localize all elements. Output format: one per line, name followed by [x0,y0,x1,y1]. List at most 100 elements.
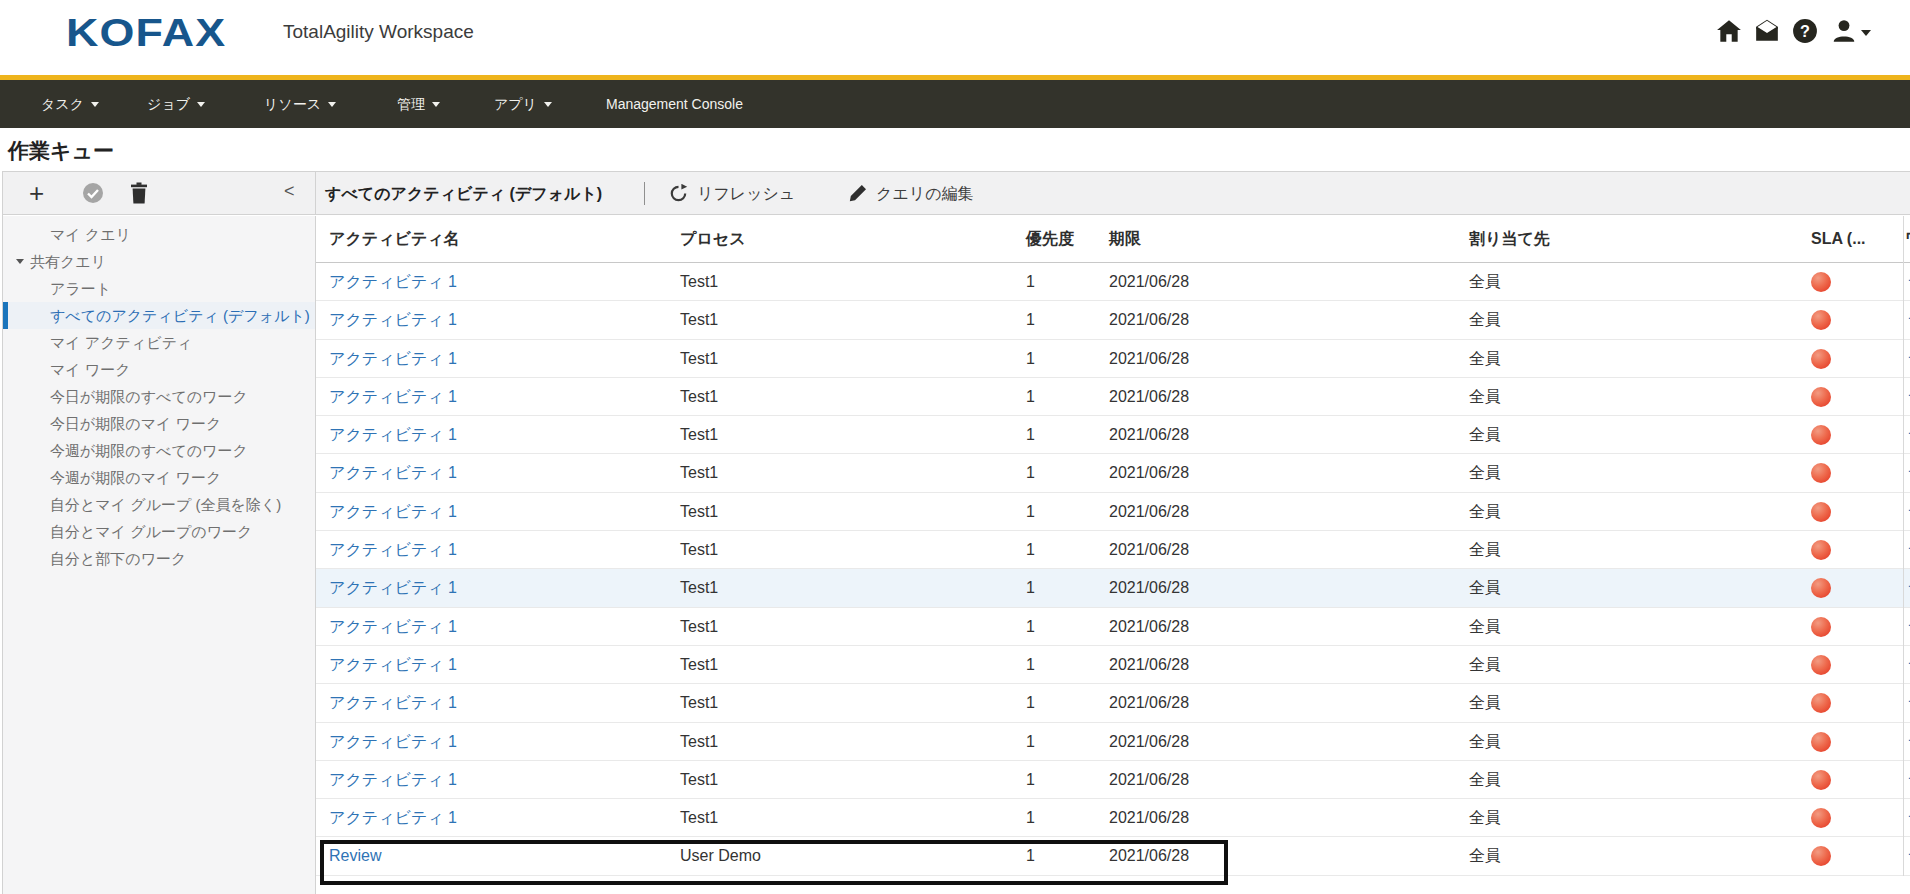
column-header[interactable]: 期限 [1109,216,1141,262]
tree-item[interactable]: アラート [3,275,315,302]
add-query-button[interactable]: + [29,179,44,207]
home-icon[interactable] [1716,18,1742,44]
table-row[interactable]: アクティビティ 1Test112021/06/28全員ラ [316,301,1910,339]
tree-item[interactable]: マイ ワーク [3,356,315,383]
table-row[interactable]: アクティビティ 1Test112021/06/28全員ラ [316,378,1910,416]
column-header[interactable]: プロセス [680,216,746,262]
collapse-panel-button[interactable]: < [284,181,295,202]
assignee-cell: 全員 [1469,684,1501,721]
activity-link[interactable]: アクティビティ 1 [329,761,457,798]
activity-link[interactable]: アクティビティ 1 [329,416,457,453]
due-date-cell: 2021/06/28 [1109,340,1189,377]
tree-item-label: マイ クエリ [50,226,131,243]
assignee-cell: 全員 [1469,340,1501,377]
process-cell: Test1 [680,569,718,606]
table-row[interactable]: アクティビティ 1Test112021/06/28全員ラ [316,761,1910,799]
activity-link[interactable]: Review [329,837,381,874]
tree-item[interactable]: 今日が期限のマイ ワーク [3,410,315,437]
column-header[interactable]: SLA (... [1811,216,1866,262]
activity-link[interactable]: アクティビティ 1 [329,301,457,338]
table-row[interactable]: アクティビティ 1Test112021/06/28全員ラ [316,723,1910,761]
priority-cell: 1 [1026,723,1035,760]
user-icon[interactable] [1831,18,1857,44]
tree-item[interactable]: マイ クエリ [3,221,315,248]
activity-link[interactable]: アクティビティ 1 [329,531,457,568]
kofax-logo[interactable]: KOFAX [66,12,226,55]
table-row[interactable]: アクティビティ 1Test112021/06/28全員ラ [316,340,1910,378]
due-date-cell: 2021/06/28 [1109,799,1189,836]
tree-item[interactable]: すべてのアクティビティ (デフォルト) [3,302,315,329]
due-date-cell: 2021/06/28 [1109,646,1189,683]
user-menu-caret-icon[interactable] [1861,30,1871,36]
activity-link[interactable]: アクティビティ 1 [329,569,457,606]
priority-cell: 1 [1026,378,1035,415]
complete-button[interactable] [82,182,104,204]
activity-link[interactable]: アクティビティ 1 [329,799,457,836]
process-cell: Test1 [680,493,718,530]
nav-item-1[interactable]: タスク [41,80,99,128]
help-icon[interactable]: ? [1792,18,1818,44]
mail-icon[interactable] [1754,18,1780,44]
tree-item[interactable]: マイ アクティビティ [3,329,315,356]
table-row[interactable]: アクティビティ 1Test112021/06/28全員ラ [316,454,1910,492]
nav-item-5[interactable]: アプリ [494,80,552,128]
process-cell: Test1 [680,799,718,836]
table-row[interactable]: アクティビティ 1Test112021/06/28全員ラ [316,646,1910,684]
tree-item[interactable]: 共有クエリ [3,248,315,275]
tree-item[interactable]: 今週が期限のすべてのワーク [3,437,315,464]
caret-down-icon [432,102,440,107]
tree-item[interactable]: 自分と部下のワーク [3,545,315,572]
process-cell: Test1 [680,608,718,645]
table-row[interactable]: アクティビティ 1Test112021/06/28全員ラ [316,531,1910,569]
activity-link[interactable]: アクティビティ 1 [329,454,457,491]
tree-item[interactable]: 今週が期限のマイ ワーク [3,464,315,491]
process-cell: Test1 [680,454,718,491]
tree-item-label: マイ アクティビティ [50,334,192,351]
edit-query-button[interactable]: クエリの編集 [848,172,974,215]
activity-link[interactable]: アクティビティ 1 [329,723,457,760]
table-row[interactable]: アクティビティ 1Test112021/06/28全員ラ [316,799,1910,837]
due-date-cell: 2021/06/28 [1109,301,1189,338]
column-header[interactable]: 優先度 [1026,216,1074,262]
column-header[interactable]: アクティビティ名 [329,216,460,262]
priority-cell: 1 [1026,301,1035,338]
table-row[interactable]: アクティビティ 1Test112021/06/28全員ラ [316,569,1910,607]
query-tree-panel: マイ クエリ共有クエリアラートすべてのアクティビティ (デフォルト) マイ アクテ… [3,216,316,894]
activity-link[interactable]: アクティビティ 1 [329,493,457,530]
activity-link[interactable]: アクティビティ 1 [329,608,457,645]
delete-button[interactable] [129,182,149,204]
assignee-cell: 全員 [1469,416,1501,453]
nav-item-3[interactable]: リソース [264,80,336,128]
table-row[interactable]: アクティビティ 1Test112021/06/28全員ラ [316,608,1910,646]
table-row[interactable]: アクティビティ 1Test112021/06/28全員ラ [316,493,1910,531]
table-row[interactable]: アクティビティ 1Test112021/06/28全員ラ [316,684,1910,722]
table-row[interactable]: アクティビティ 1Test112021/06/28全員ラ [316,416,1910,454]
sla-status-red-icon [1811,425,1831,445]
tree-item-label: 今週が期限のマイ ワーク [50,469,221,486]
tree-item[interactable]: 今日が期限のすべてのワーク [3,383,315,410]
nav-item-4[interactable]: 管理 [397,80,440,128]
priority-cell: 1 [1026,684,1035,721]
due-date-cell: 2021/06/28 [1109,263,1189,300]
process-cell: Test1 [680,646,718,683]
tree-item-label: 自分とマイ グループ (全員を除く) [50,496,281,513]
assignee-cell: 全員 [1469,569,1501,606]
activity-link[interactable]: アクティビティ 1 [329,378,457,415]
nav-item-2[interactable]: ジョブ [147,80,205,128]
main-nav: タスクジョブ リソース 管理 アプリ Management Console [0,75,1910,128]
activity-link[interactable]: アクティビティ 1 [329,684,457,721]
activity-link[interactable]: アクティビティ 1 [329,646,457,683]
column-header[interactable]: 割り当て先 [1469,216,1550,262]
activity-link[interactable]: アクティビティ 1 [329,340,457,377]
nav-item-6[interactable]: Management Console [606,80,743,128]
tree-item[interactable]: 自分とマイ グループのワーク [3,518,315,545]
table-row[interactable]: アクティビティ 1Test112021/06/28全員ラ [316,263,1910,301]
assignee-cell: 全員 [1469,646,1501,683]
caret-down-icon[interactable] [16,259,24,264]
refresh-button[interactable]: リフレッシュ [669,172,795,215]
table-row[interactable]: ReviewUser Demo12021/06/28全員ラ [316,837,1910,875]
tree-item[interactable]: 自分とマイ グループ (全員を除く) [3,491,315,518]
due-date-cell: 2021/06/28 [1109,684,1189,721]
activity-link[interactable]: アクティビティ 1 [329,263,457,300]
tree-item-label: すべてのアクティビティ (デフォルト) [50,307,310,324]
